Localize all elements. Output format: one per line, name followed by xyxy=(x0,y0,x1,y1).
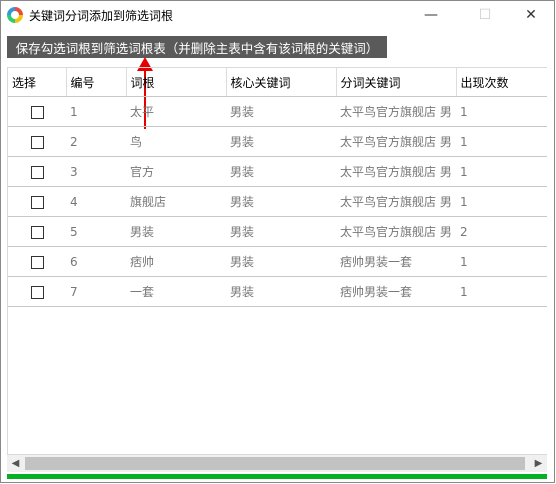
column-header-core-keyword[interactable]: 核心关键词 xyxy=(226,68,337,97)
count-cell: 1 xyxy=(456,186,547,217)
save-roots-button[interactable]: 保存勾选词根到筛选词根表（并删除主表中含有该词根的关键词） xyxy=(7,36,387,58)
count-cell: 1 xyxy=(456,276,547,307)
select-cell xyxy=(8,126,66,157)
select-cell xyxy=(8,246,66,277)
core-keyword-cell: 男装 xyxy=(226,246,336,277)
scroll-right-icon[interactable]: ▶ xyxy=(530,455,547,472)
maximize-button[interactable]: ☐ xyxy=(462,1,508,29)
id-cell: 3 xyxy=(66,156,126,187)
select-cell xyxy=(8,276,66,307)
id-cell: 2 xyxy=(66,126,126,157)
column-header-root[interactable]: 词根 xyxy=(126,68,227,97)
roots-table: 选择 编号 词根 核心关键词 分词关键词 出现次数 1 太平 男装 太平鸟官方旗… xyxy=(7,67,547,455)
root-cell: 痞帅 xyxy=(126,246,226,277)
root-cell: 男装 xyxy=(126,216,226,247)
count-cell: 1 xyxy=(456,246,547,277)
table-row[interactable]: 5 男装 男装 太平鸟官方旗舰店 男 2 xyxy=(8,216,547,247)
id-cell: 1 xyxy=(66,96,126,127)
count-cell: 2 xyxy=(456,216,547,247)
select-cell xyxy=(8,186,66,217)
progress-fill xyxy=(7,474,547,479)
row-checkbox[interactable] xyxy=(30,135,44,149)
row-checkbox[interactable] xyxy=(30,195,44,209)
root-cell: 鸟 xyxy=(126,126,226,157)
column-header-id[interactable]: 编号 xyxy=(66,68,127,97)
segmented-keyword-cell: 太平鸟官方旗舰店 男 xyxy=(336,216,456,247)
row-checkbox[interactable] xyxy=(30,165,44,179)
column-header-select[interactable]: 选择 xyxy=(8,68,67,97)
root-cell: 旗舰店 xyxy=(126,186,226,217)
scroll-left-icon[interactable]: ◀ xyxy=(7,455,24,472)
core-keyword-cell: 男装 xyxy=(226,156,336,187)
id-cell: 5 xyxy=(66,216,126,247)
column-header-segmented-keyword[interactable]: 分词关键词 xyxy=(336,68,457,97)
core-keyword-cell: 男装 xyxy=(226,186,336,217)
row-checkbox[interactable] xyxy=(30,285,44,299)
column-header-count[interactable]: 出现次数 xyxy=(456,68,547,97)
table-row[interactable]: 3 官方 男装 太平鸟官方旗舰店 男 1 xyxy=(8,156,547,187)
table-row[interactable]: 7 一套 男装 痞帅男装一套 1 xyxy=(8,276,547,307)
row-checkbox[interactable] xyxy=(30,255,44,269)
table-row[interactable]: 6 痞帅 男装 痞帅男装一套 1 xyxy=(8,246,547,277)
segmented-keyword-cell: 太平鸟官方旗舰店 男 xyxy=(336,96,456,127)
segmented-keyword-cell: 痞帅男装一套 xyxy=(336,246,456,277)
table-row[interactable]: 4 旗舰店 男装 太平鸟官方旗舰店 男 1 xyxy=(8,186,547,217)
count-cell: 1 xyxy=(456,96,547,127)
core-keyword-cell: 男装 xyxy=(226,126,336,157)
root-cell: 一套 xyxy=(126,276,226,307)
close-button[interactable]: ✕ xyxy=(508,1,554,29)
scrollbar-thumb[interactable] xyxy=(25,457,525,470)
core-keyword-cell: 男装 xyxy=(226,96,336,127)
minimize-button[interactable]: — xyxy=(408,1,454,29)
core-keyword-cell: 男装 xyxy=(226,276,336,307)
count-cell: 1 xyxy=(456,126,547,157)
id-cell: 4 xyxy=(66,186,126,217)
horizontal-scrollbar[interactable]: ◀ ▶ xyxy=(7,455,547,472)
core-keyword-cell: 男装 xyxy=(226,216,336,247)
progress-bar xyxy=(7,474,547,479)
select-cell xyxy=(8,216,66,247)
select-cell xyxy=(8,156,66,187)
table-row[interactable]: 1 太平 男装 太平鸟官方旗舰店 男 1 xyxy=(8,96,547,127)
roots-grid: 选择 编号 词根 核心关键词 分词关键词 出现次数 1 太平 男装 太平鸟官方旗… xyxy=(8,68,547,307)
id-cell: 7 xyxy=(66,276,126,307)
segmented-keyword-cell: 太平鸟官方旗舰店 男 xyxy=(336,156,456,187)
table-header-row: 选择 编号 词根 核心关键词 分词关键词 出现次数 xyxy=(8,68,547,97)
root-cell: 太平 xyxy=(126,96,226,127)
segmented-keyword-cell: 太平鸟官方旗舰店 男 xyxy=(336,186,456,217)
row-checkbox[interactable] xyxy=(30,225,44,239)
window-title: 关键词分词添加到筛选词根 xyxy=(29,9,174,23)
row-checkbox[interactable] xyxy=(30,105,44,119)
app-logo-icon xyxy=(7,7,23,23)
dialog-window: 关键词分词添加到筛选词根 — ☐ ✕ 保存勾选词根到筛选词根表（并删除主表中含有… xyxy=(0,0,555,483)
count-cell: 1 xyxy=(456,156,547,187)
root-cell: 官方 xyxy=(126,156,226,187)
table-row[interactable]: 2 鸟 男装 太平鸟官方旗舰店 男 1 xyxy=(8,126,547,157)
segmented-keyword-cell: 太平鸟官方旗舰店 男 xyxy=(336,126,456,157)
title-bar[interactable]: 关键词分词添加到筛选词根 — ☐ ✕ xyxy=(1,1,554,29)
id-cell: 6 xyxy=(66,246,126,277)
select-cell xyxy=(8,96,66,127)
segmented-keyword-cell: 痞帅男装一套 xyxy=(336,276,456,307)
